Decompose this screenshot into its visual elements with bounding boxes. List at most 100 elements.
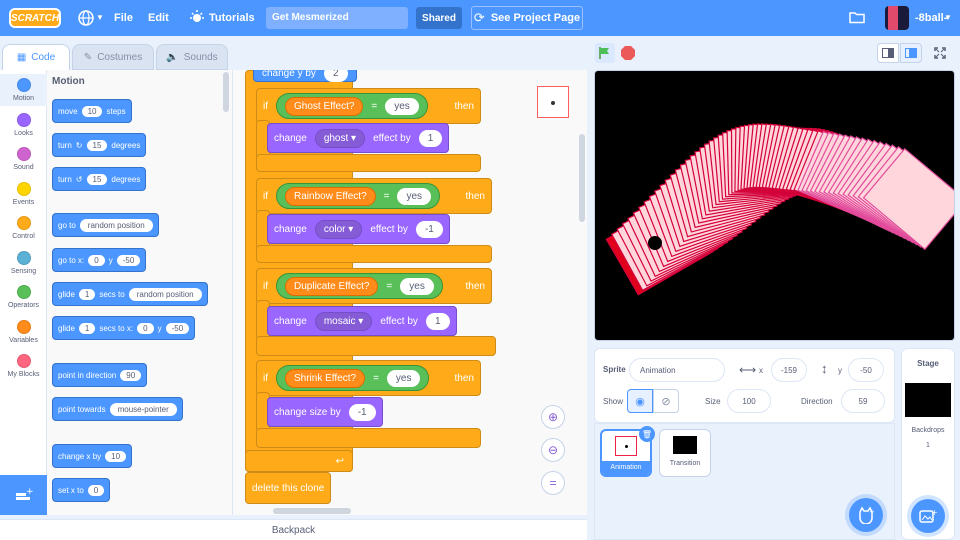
choose-sprite-button[interactable]: + [849, 498, 883, 532]
block-turn-left[interactable]: turn ↺ 15 degrees [52, 167, 147, 191]
block-go-to[interactable]: go to random position [52, 213, 159, 237]
block-change-size[interactable]: change size by -1 [267, 397, 383, 427]
x-arrows-icon: ⟷ [739, 363, 757, 377]
category-color-dot [16, 354, 31, 368]
backdrops-label: Backdrops [911, 427, 945, 434]
menu-tutorials[interactable]: Tutorials [209, 12, 255, 24]
equals-operator: Shrink Effect? = yes [276, 365, 430, 391]
zoom-in-icon: ⊕ [547, 410, 559, 424]
block-delete-clone[interactable]: delete this clone [245, 472, 332, 504]
category-my-blocks[interactable]: My Blocks [0, 350, 47, 382]
category-control[interactable]: Control [0, 212, 47, 244]
category-operators[interactable]: Operators [0, 281, 47, 313]
x-input[interactable]: -159 [771, 358, 807, 382]
if-c-bottom [256, 154, 481, 172]
if-block-duplicate[interactable]: if Duplicate Effect? = yes then [256, 268, 492, 304]
if-block-shrink[interactable]: if Shrink Effect? = yes then [256, 360, 481, 396]
code-icon: ▦ [16, 52, 27, 63]
menu-file[interactable]: File [114, 12, 133, 24]
workspace-vertical-scrollbar[interactable] [579, 134, 585, 222]
block-change-ghost[interactable]: change ghost ▾ effect by 1 [267, 123, 450, 153]
add-extension-button[interactable]: + [0, 475, 47, 515]
project-title-input[interactable]: Get Mesmerized [266, 7, 408, 29]
tab-code[interactable]: ▦ Code [2, 44, 70, 70]
block-change-mosaic[interactable]: change mosaic ▾ effect by 1 [267, 306, 457, 336]
block-glide-to[interactable]: glide 1 secs to random position [52, 282, 208, 306]
script-workspace[interactable]: change y by 2 if Ghost Effect? = yes then c… [233, 70, 587, 515]
see-project-page-button[interactable]: ⟳ See Project Page [471, 6, 583, 30]
category-sound[interactable]: Sound [0, 143, 47, 175]
block-glide-xy[interactable]: glide 1 secs to x: 0 y -50 [52, 316, 196, 340]
direction-label: Direction [801, 397, 833, 406]
trash-icon[interactable]: 🗑 [639, 426, 655, 442]
category-color-dot [16, 181, 31, 196]
if-block-rainbow[interactable]: if Rainbow Effect? = yes then [256, 178, 492, 214]
zoom-in-button[interactable]: ⊕ [541, 405, 565, 429]
palette-scrollbar[interactable] [223, 72, 229, 112]
shared-button[interactable]: Shared [416, 7, 462, 29]
large-stage-button[interactable] [900, 43, 922, 63]
workspace-horizontal-scrollbar[interactable] [273, 508, 351, 514]
show-hidden-button[interactable]: ⊘ [653, 389, 679, 413]
category-events[interactable]: Events [0, 178, 47, 210]
block-move[interactable]: move 10 steps [52, 99, 132, 123]
sprite-list: Animation 🗑 Transition + [594, 423, 895, 540]
stage-title: Stage [917, 359, 939, 368]
block-palette: Motion move 10 steps turn ↻ 15 degrees turn ↺ 1… [47, 70, 233, 515]
block-go-to-xy[interactable]: go to x: 0 y -50 [52, 248, 147, 272]
category-label: Operators [7, 302, 40, 309]
stop-icon[interactable] [620, 45, 636, 61]
choose-backdrop-button[interactable]: + [911, 499, 945, 533]
backdrop-add-icon: + [919, 508, 937, 523]
stage-selector[interactable]: Stage Backdrops 1 + [901, 348, 955, 540]
palette-heading: Motion [52, 76, 85, 87]
lightbulb-icon [189, 9, 205, 32]
category-label: Sensing [10, 267, 37, 275]
block-change-y-partial[interactable]: change y by 2 [253, 70, 357, 82]
forever-bottom: ↩ [245, 450, 353, 472]
globe-icon[interactable] [77, 9, 95, 27]
category-motion[interactable]: Motion [0, 74, 47, 106]
loop-arrow-icon: ↩ [335, 455, 344, 467]
svg-text:+: + [869, 508, 875, 516]
small-stage-button[interactable] [877, 43, 899, 63]
fullscreen-icon[interactable] [931, 45, 949, 61]
show-visible-button[interactable]: ◉ [627, 389, 653, 413]
zoom-reset-button[interactable]: = [541, 471, 565, 495]
category-variables[interactable]: Variables [0, 316, 47, 348]
sprite-label: Sprite [603, 365, 626, 374]
if-block-ghost[interactable]: if Ghost Effect? = yes then [256, 88, 481, 124]
sprite-tile-transition[interactable]: Transition [659, 429, 711, 477]
green-flag-icon[interactable] [595, 43, 615, 63]
menu-edit[interactable]: Edit [148, 12, 169, 24]
block-change-x[interactable]: change x by 10 [52, 444, 133, 468]
username[interactable]: -8ball- [915, 12, 947, 24]
direction-input[interactable]: 59 [841, 389, 885, 413]
block-turn-right[interactable]: turn ↻ 15 degrees [52, 133, 147, 157]
zoom-out-icon: ⊖ [547, 443, 559, 457]
sprite-info-panel: Sprite Animation ⟷ x -159 ↕ y -50 Show ◉… [594, 348, 895, 423]
brush-icon: ✎ [83, 51, 93, 63]
x-label: x [759, 366, 763, 375]
category-looks[interactable]: Looks [0, 109, 47, 141]
tab-sounds[interactable]: 🔈 Sounds [156, 44, 228, 70]
block-change-color[interactable]: change color ▾ effect by -1 [267, 214, 450, 244]
svg-text:+: + [931, 508, 937, 517]
chevron-down-icon[interactable]: ▼ [944, 13, 952, 22]
avatar[interactable] [885, 6, 909, 30]
category-sensing[interactable]: Sensing [0, 247, 47, 279]
category-color-dot [16, 250, 31, 265]
scratch-logo[interactable]: SCRATCH [9, 8, 61, 28]
block-point-towards[interactable]: point towards mouse-pointer [52, 397, 183, 421]
y-input[interactable]: -50 [848, 358, 884, 382]
sprite-name-input[interactable]: Animation [629, 358, 725, 382]
folder-icon[interactable] [849, 10, 865, 29]
backpack[interactable]: Backpack [0, 519, 587, 540]
block-point-direction[interactable]: point in direction 90 [52, 363, 148, 387]
speaker-icon: 🔈 [166, 51, 179, 63]
zoom-out-button[interactable]: ⊖ [541, 438, 565, 462]
block-set-x[interactable]: set x to 0 [52, 478, 111, 502]
size-input[interactable]: 100 [727, 389, 771, 413]
stage-canvas[interactable] [594, 70, 955, 341]
tab-costumes[interactable]: ✎ Costumes [72, 44, 154, 70]
